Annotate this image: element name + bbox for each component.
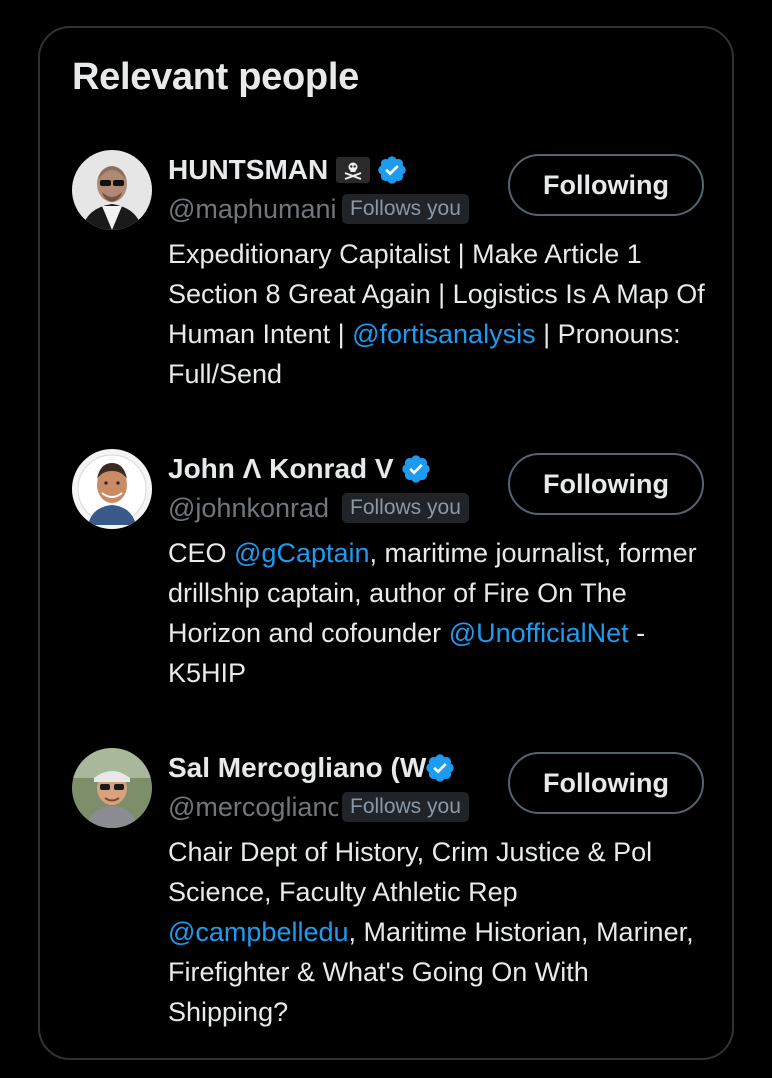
handle[interactable]: @maphumanintent	[168, 194, 338, 225]
bio-mention-link[interactable]: @fortisanalysis	[352, 319, 535, 349]
follows-you-badge: Follows you	[342, 194, 469, 224]
display-name[interactable]: HUNTSMAN	[168, 154, 328, 186]
verified-badge-icon	[376, 154, 408, 186]
handle[interactable]: @johnkonrad	[168, 493, 338, 524]
pirate-flag-icon	[336, 157, 371, 183]
bio-text: CEO	[168, 538, 235, 568]
bio-text: Chair Dept of History, Crim Justice & Po…	[168, 837, 653, 907]
following-button[interactable]: Following	[508, 752, 704, 814]
handle-row: @maphumanintent Follows you	[168, 192, 469, 226]
verified-badge-icon	[400, 453, 432, 485]
bio-mention-link[interactable]: @campbelledu	[168, 917, 349, 947]
handle-row: @mercogliano Follows you	[168, 790, 469, 824]
name-row: John Λ Konrad V	[168, 449, 458, 489]
follows-you-badge: Follows you	[342, 493, 469, 523]
following-button[interactable]: Following	[508, 154, 704, 216]
relevant-people-card: Relevant people HUNTSMAN @maphumani Foll…	[38, 26, 734, 1060]
bio-mention-link[interactable]: @UnofficialNet	[449, 618, 629, 648]
display-name[interactable]: Sal Mercogliano (W	[168, 752, 426, 784]
bio: Chair Dept of History, Crim Justice & Po…	[168, 832, 708, 1032]
card-title: Relevant people	[72, 56, 359, 98]
bio-mention-link[interactable]: @gCaptain	[234, 538, 370, 568]
handle-row: @johnkonrad Follows you	[168, 491, 469, 525]
verified-badge-icon	[424, 752, 456, 784]
handle[interactable]: @mercogliano	[168, 792, 338, 823]
name-row: Sal Mercogliano (W	[168, 748, 458, 788]
avatar[interactable]	[72, 449, 152, 529]
bio: CEO @gCaptain, maritime journalist, form…	[168, 533, 708, 693]
following-button[interactable]: Following	[508, 453, 704, 515]
follows-you-badge: Follows you	[342, 792, 469, 822]
avatar[interactable]	[72, 150, 152, 230]
avatar[interactable]	[72, 748, 152, 828]
display-name[interactable]: John Λ Konrad V	[168, 453, 394, 485]
bio: Expeditionary Capitalist | Make Article …	[168, 234, 708, 394]
name-row: HUNTSMAN	[168, 150, 458, 190]
